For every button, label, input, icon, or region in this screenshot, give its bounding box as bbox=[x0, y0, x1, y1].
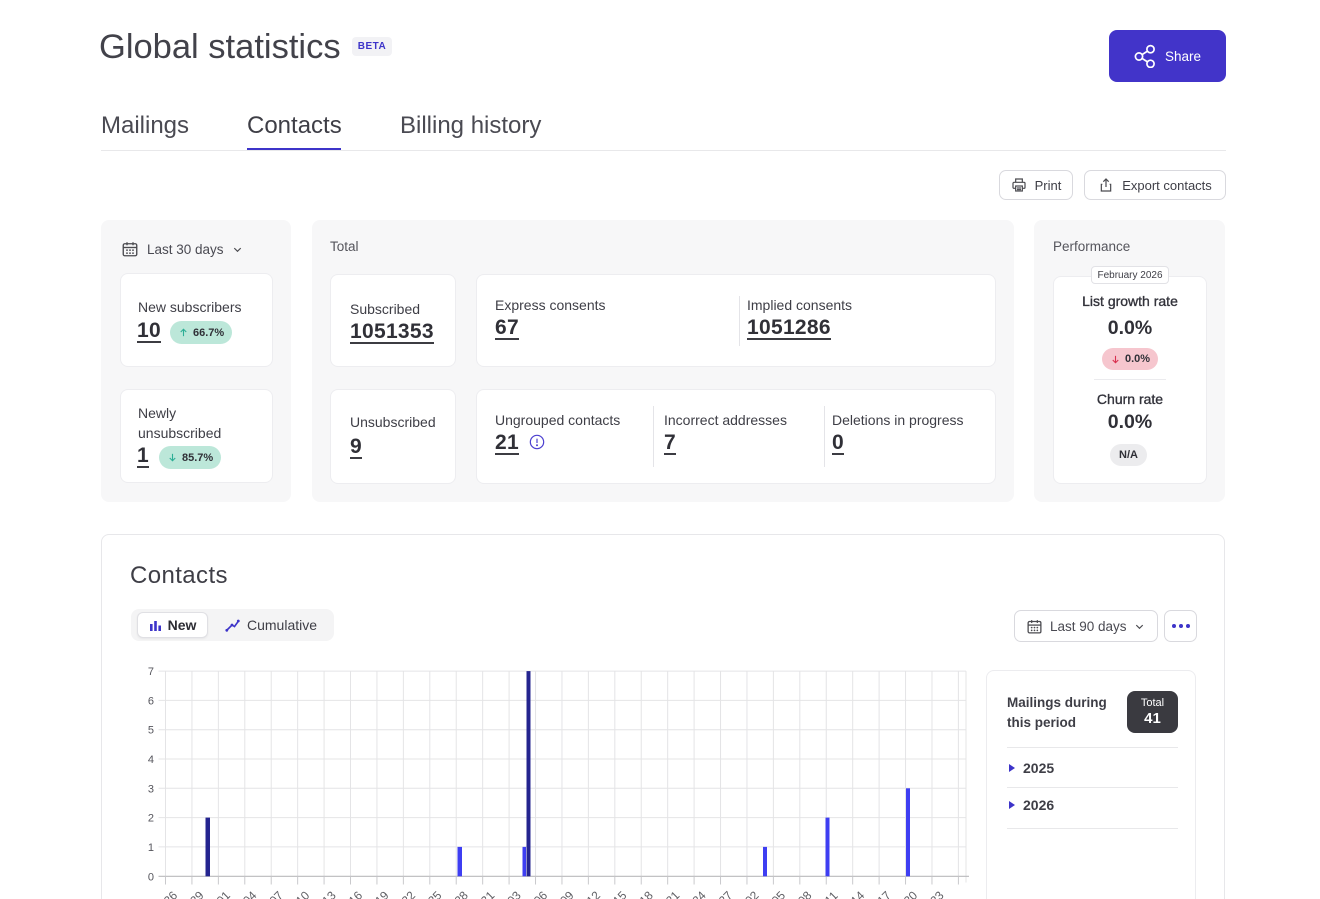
svg-text:12: 12 bbox=[584, 888, 604, 899]
svg-text:18: 18 bbox=[637, 888, 657, 899]
svg-text:1: 1 bbox=[148, 842, 154, 854]
svg-text:04: 04 bbox=[240, 888, 260, 899]
svg-text:31: 31 bbox=[478, 888, 498, 899]
svg-text:07: 07 bbox=[267, 888, 287, 899]
svg-text:14: 14 bbox=[848, 888, 868, 899]
svg-text:4: 4 bbox=[148, 754, 154, 766]
svg-text:08: 08 bbox=[795, 888, 815, 899]
svg-text:25: 25 bbox=[425, 888, 445, 899]
svg-text:22: 22 bbox=[399, 888, 419, 899]
svg-text:05: 05 bbox=[769, 888, 789, 899]
svg-text:26: 26 bbox=[161, 888, 181, 899]
svg-text:10: 10 bbox=[293, 888, 313, 899]
svg-text:15: 15 bbox=[610, 888, 630, 899]
svg-text:06: 06 bbox=[531, 888, 551, 899]
svg-text:2: 2 bbox=[148, 813, 154, 825]
svg-text:21: 21 bbox=[663, 888, 683, 899]
svg-text:7: 7 bbox=[148, 666, 154, 678]
svg-text:02: 02 bbox=[742, 888, 762, 899]
svg-text:19: 19 bbox=[372, 888, 392, 899]
svg-text:3: 3 bbox=[148, 783, 154, 795]
svg-text:09: 09 bbox=[557, 888, 577, 899]
svg-text:0: 0 bbox=[148, 871, 154, 883]
svg-text:6: 6 bbox=[148, 695, 154, 707]
svg-text:11: 11 bbox=[822, 888, 841, 899]
svg-text:16: 16 bbox=[346, 888, 366, 899]
svg-text:01: 01 bbox=[214, 888, 234, 899]
svg-text:29: 29 bbox=[187, 888, 207, 899]
svg-text:17: 17 bbox=[874, 888, 894, 899]
svg-text:5: 5 bbox=[148, 725, 154, 737]
svg-text:20: 20 bbox=[901, 888, 921, 899]
svg-text:03: 03 bbox=[504, 888, 524, 899]
svg-text:13: 13 bbox=[319, 888, 339, 899]
svg-text:24: 24 bbox=[689, 888, 709, 899]
svg-text:28: 28 bbox=[452, 888, 472, 899]
svg-text:27: 27 bbox=[716, 888, 736, 899]
svg-text:23: 23 bbox=[927, 888, 947, 899]
